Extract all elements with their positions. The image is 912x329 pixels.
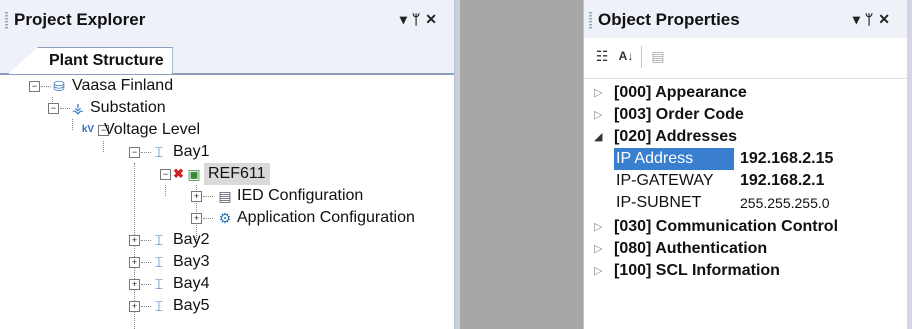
expand-icon[interactable]: +: [191, 191, 202, 202]
dropdown-icon[interactable]: ▾: [400, 11, 412, 28]
expand-icon[interactable]: +: [129, 235, 140, 246]
toolbar-separator: [641, 46, 642, 68]
document-area: [455, 0, 583, 329]
pin-icon[interactable]: ᛘ: [865, 11, 878, 27]
category-label: [030] Communication Control: [614, 218, 839, 235]
drag-grip-icon[interactable]: [5, 12, 8, 30]
expand-arrow-icon[interactable]: ▷: [594, 104, 602, 126]
property-value[interactable]: 192.168.2.15: [740, 148, 833, 170]
application-configuration-icon: ⚙: [218, 210, 232, 226]
panel-title: Object Properties: [598, 10, 740, 29]
tree-node-label: REF611: [204, 163, 270, 185]
category-label: [080] Authentication: [614, 240, 768, 257]
categorized-icon[interactable]: ☷: [592, 46, 612, 66]
expand-arrow-icon[interactable]: ▷: [594, 216, 602, 238]
ied-configuration-icon: ▤: [218, 188, 232, 204]
database-icon: ⛁: [53, 78, 65, 94]
property-name: IP-GATEWAY: [616, 172, 714, 189]
project-explorer-panel: Project Explorer ▾ᛘ✕ Plant Structure − ⛁…: [0, 0, 455, 329]
substation-icon: ⚶: [72, 100, 84, 116]
error-mark-icon: ✖: [173, 166, 184, 181]
bay-icon: ⌶: [154, 232, 164, 248]
property-name: IP-SUBNET: [616, 194, 702, 211]
expand-arrow-icon[interactable]: ▷: [594, 238, 602, 260]
tree-node-label: Bay5: [173, 297, 210, 314]
ied-icon: ▣: [187, 166, 201, 182]
expand-icon[interactable]: +: [191, 213, 202, 224]
tree-connector: [103, 141, 104, 152]
close-icon[interactable]: ✕: [878, 11, 895, 28]
tree-node-label: Bay3: [173, 253, 210, 270]
bay-icon: ⌶: [154, 298, 164, 314]
drag-grip-icon[interactable]: [589, 12, 592, 30]
collapse-icon[interactable]: −: [48, 103, 59, 114]
voltage-level-icon: kV: [81, 124, 95, 135]
close-icon[interactable]: ✕: [425, 11, 442, 28]
bay-icon: ⌶: [154, 276, 164, 292]
property-value[interactable]: 192.168.2.1: [740, 170, 825, 192]
tree-node-label: Application Configuration: [237, 209, 415, 226]
panel-controls: ▾ᛘ✕: [400, 11, 442, 28]
tree-node-label: Vaasa Finland: [72, 77, 174, 94]
panel-controls: ▾ᛘ✕: [853, 11, 895, 28]
category-label: [100] SCL Information: [614, 262, 780, 279]
pin-icon[interactable]: ᛘ: [412, 11, 425, 27]
panel-title: Project Explorer: [14, 10, 146, 29]
expand-arrow-icon[interactable]: ▷: [594, 82, 602, 104]
tree-node-label: Bay2: [173, 231, 210, 248]
property-row-ip-subnet[interactable]: IP-SUBNET 255.255.255.0: [614, 192, 906, 214]
tree-node-label: Bay1: [173, 143, 210, 160]
dropdown-icon[interactable]: ▾: [853, 11, 865, 28]
tree-connector: [72, 119, 73, 130]
collapse-icon[interactable]: −: [160, 169, 171, 180]
expand-icon[interactable]: +: [129, 301, 140, 312]
object-properties-panel: Object Properties ▾ᛘ✕ ☷ A↓ ▤ ▷ [000] App…: [583, 0, 907, 329]
tree-node-label: Bay4: [173, 275, 210, 292]
property-pages-icon[interactable]: ▤: [648, 46, 668, 66]
tree-node-label: Substation: [90, 99, 166, 116]
property-name: IP Address: [614, 148, 734, 170]
property-value[interactable]: 255.255.255.0: [740, 192, 830, 214]
property-row-ip-address[interactable]: IP Address 192.168.2.15: [614, 148, 906, 170]
property-row-ip-gateway[interactable]: IP-GATEWAY 192.168.2.1: [614, 170, 906, 192]
expand-icon[interactable]: +: [129, 257, 140, 268]
splitter[interactable]: [455, 0, 460, 329]
expand-icon[interactable]: +: [129, 279, 140, 290]
tree-connector: [165, 185, 166, 196]
tree-node-label: IED Configuration: [237, 187, 364, 204]
object-properties-titlebar[interactable]: Object Properties ▾ᛘ✕: [584, 0, 907, 38]
tree-node-label: Voltage Level: [104, 121, 201, 138]
window-edge: [907, 0, 912, 329]
collapse-icon[interactable]: −: [29, 81, 40, 92]
expand-arrow-icon[interactable]: ▷: [594, 260, 602, 282]
category-label: [003] Order Code: [614, 106, 744, 123]
tab-plant-structure[interactable]: Plant Structure: [8, 47, 173, 74]
alphabetical-sort-icon[interactable]: A↓: [616, 46, 636, 66]
bay-icon: ⌶: [154, 144, 164, 160]
bay-icon: ⌶: [154, 254, 164, 270]
properties-toolbar: ☷ A↓ ▤: [584, 38, 907, 79]
collapse-icon[interactable]: −: [129, 147, 140, 158]
category-label: [020] Addresses: [614, 128, 738, 145]
collapse-arrow-icon[interactable]: ◢: [594, 126, 602, 148]
tab-strip: Plant Structure: [0, 38, 454, 75]
plant-structure-tree: − ⛁ Vaasa Finland − ⚶ Substation − kV Vo…: [0, 75, 454, 329]
project-explorer-titlebar[interactable]: Project Explorer ▾ᛘ✕: [0, 0, 454, 38]
category-label: [000] Appearance: [614, 84, 747, 101]
